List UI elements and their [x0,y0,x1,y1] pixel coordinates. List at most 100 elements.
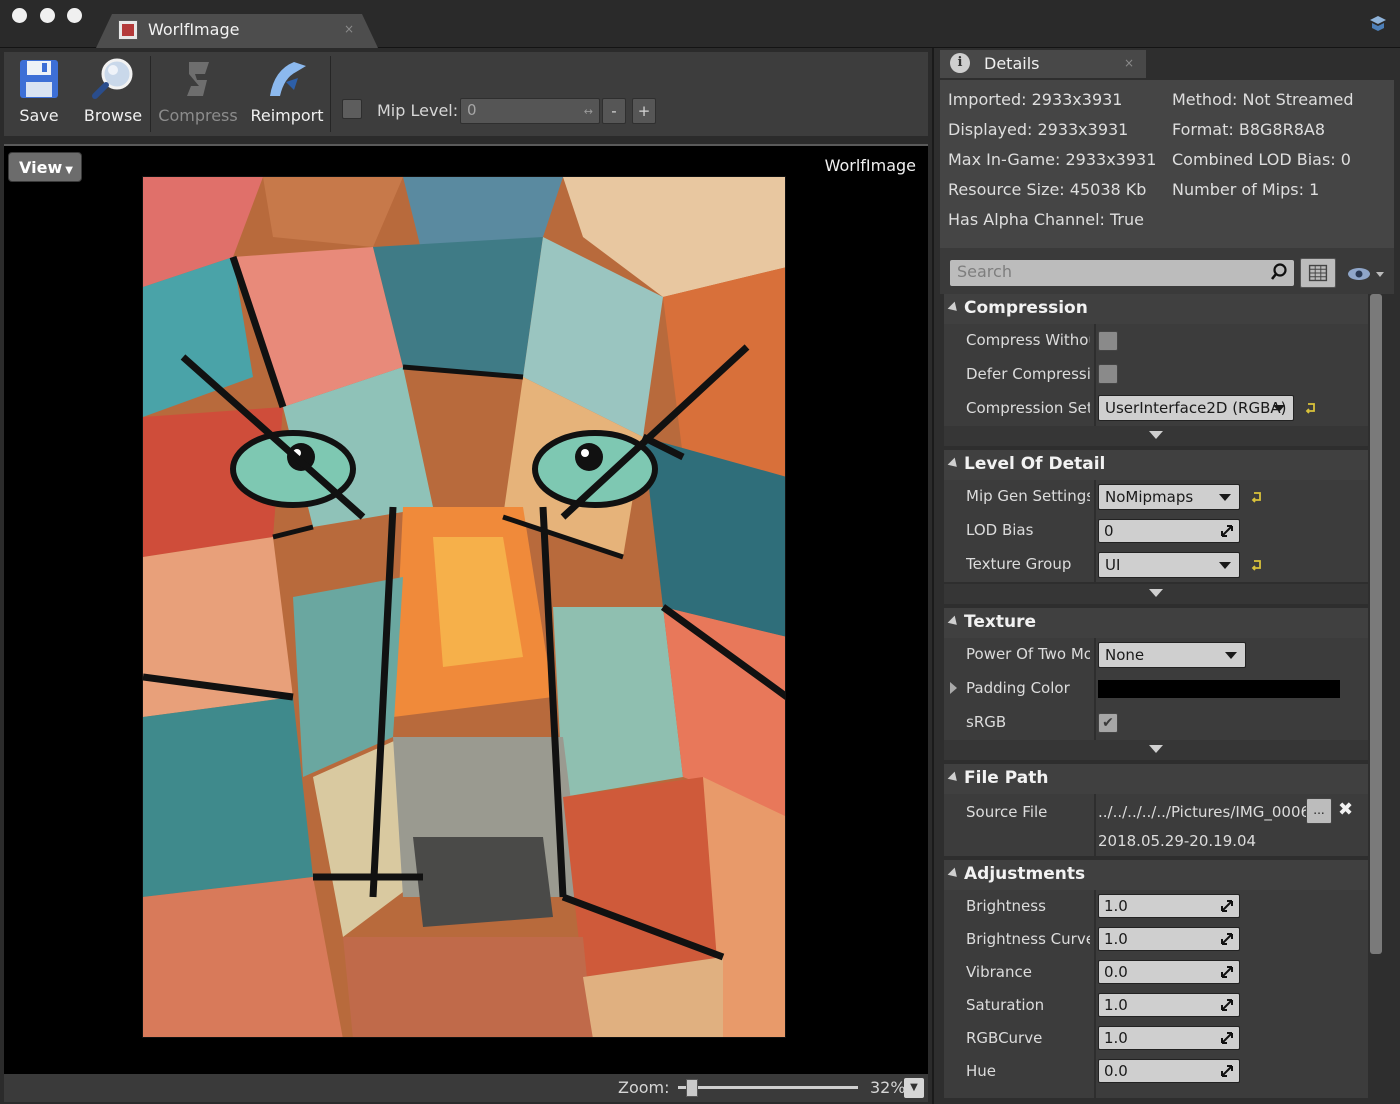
property-label: Source File [966,803,1048,821]
column-divider[interactable] [1094,794,1096,856]
column-divider[interactable] [1094,324,1096,358]
brightness-input[interactable]: 1.0 [1098,894,1240,918]
view-menu-button[interactable]: View ▼ [8,152,82,182]
numeric-value: 1.0 [1104,897,1128,915]
chevron-down-icon [1149,431,1163,439]
property-row-mip-gen-settings: Mip Gen Settings NoMipmaps [944,480,1368,514]
zoom-dropdown-icon[interactable]: ▼ [904,1078,924,1098]
column-divider[interactable] [1094,1055,1096,1098]
mip-gen-settings-dropdown[interactable]: NoMipmaps [1098,484,1240,510]
category-compression[interactable]: Compression [944,294,1368,324]
category-level-of-detail[interactable]: Level Of Detail [944,450,1368,480]
padding-color-swatch[interactable] [1098,680,1340,698]
dropdown-value: None [1105,646,1145,664]
expand-triangle-icon[interactable] [950,682,957,694]
dropdown-value: NoMipmaps [1105,488,1194,506]
column-divider[interactable] [1094,638,1096,672]
column-divider[interactable] [1094,514,1096,548]
column-divider[interactable] [1094,672,1096,706]
hue-input[interactable]: 0.0 [1098,1059,1240,1083]
property-row-padding-color: Padding Color [944,672,1368,706]
category-title: File Path [964,768,1049,788]
toolbar: Save Browse Compress Reimport Mip Level:… [4,52,928,136]
reimport-button[interactable]: Reimport [248,56,326,134]
mip-decrement-button[interactable]: - [602,98,626,124]
details-tab[interactable]: i Details × [940,50,1146,78]
zoom-window-button[interactable] [67,8,82,23]
browse-button[interactable]: Browse [80,56,146,134]
collapse-triangle-icon [947,301,961,315]
advanced-expander[interactable] [944,584,1368,604]
zoom-slider-track[interactable] [678,1086,858,1089]
column-divider[interactable] [1094,480,1096,514]
compress-button[interactable]: Compress [156,56,240,134]
advanced-expander[interactable] [944,740,1368,760]
property-label: RGBCurve [966,1029,1043,1047]
close-window-button[interactable] [12,8,27,23]
save-button[interactable]: Save [10,56,68,134]
property-row-defer-compression: Defer Compressio [944,358,1368,390]
column-divider[interactable] [1094,706,1096,740]
property-row-power-of-two-mode: Power Of Two Mo None [944,638,1368,672]
property-label: Mip Gen Settings [966,487,1090,505]
property-matrix-icon[interactable] [1300,258,1336,288]
category-texture[interactable]: Texture [944,608,1368,638]
column-divider[interactable] [1094,989,1096,1022]
column-divider[interactable] [1094,548,1096,582]
mip-level-input[interactable]: 0 ↔ [460,98,600,124]
advanced-expander[interactable] [944,426,1368,446]
brightness-curve-input[interactable]: 1.0 [1098,927,1240,951]
info-imported: Imported: 2933x3931 [948,90,1123,109]
numeric-value: 1.0 [1104,996,1128,1014]
browse-source-file-button[interactable]: ... [1306,798,1332,824]
column-divider[interactable] [1094,390,1096,426]
property-row-saturation: Saturation 1.0 [944,989,1368,1022]
info-max-in-game: Max In-Game: 2933x3931 [948,150,1157,169]
rgb-curve-input[interactable]: 1.0 [1098,1026,1240,1050]
defer-compression-checkbox[interactable] [1098,364,1118,384]
compress-without-alpha-checkbox[interactable] [1098,331,1118,351]
texture-viewport[interactable]: View ▼ WorlfImage [4,144,928,1074]
minimize-window-button[interactable] [40,8,55,23]
clear-source-file-icon[interactable]: ✖ [1338,799,1353,820]
texture-editor-tab[interactable]: WorlfImage × [96,14,378,48]
mip-level-checkbox[interactable] [342,99,362,119]
viewport-texture-name: WorlfImage [824,156,916,175]
reset-to-default-icon[interactable] [1250,490,1264,504]
view-menu-label: View [19,158,63,177]
category-file-path[interactable]: File Path [944,764,1368,794]
texture-group-dropdown[interactable]: UI [1098,552,1240,578]
property-label: Power Of Two Mo [966,645,1090,663]
wolf-painting-image [143,177,785,1037]
column-divider[interactable] [1094,923,1096,956]
property-row-vibrance: Vibrance 0.0 [944,956,1368,989]
zoom-slider-thumb[interactable] [686,1079,699,1097]
column-divider[interactable] [1094,890,1096,923]
close-tab-icon[interactable]: × [344,22,354,36]
chevron-down-icon [1149,745,1163,753]
category-adjustments[interactable]: Adjustments [944,860,1368,890]
column-divider[interactable] [1094,1022,1096,1055]
caret-down-icon [1225,652,1237,659]
property-row-srgb: sRGB ✔ [944,706,1368,740]
column-divider[interactable] [1094,358,1096,390]
column-divider[interactable] [1094,956,1096,989]
floppy-disk-icon [20,60,58,98]
mip-increment-button[interactable]: + [632,98,656,124]
close-tab-icon[interactable]: × [1124,56,1134,70]
vibrance-input[interactable]: 0.0 [1098,960,1240,984]
collapse-triangle-icon [947,867,961,881]
texture-editor-pane: Save Browse Compress Reimport Mip Level:… [0,48,932,1104]
compression-settings-dropdown[interactable]: UserInterface2D (RGBA) [1098,395,1294,421]
view-options-eye-icon[interactable] [1346,264,1386,284]
reset-to-default-icon[interactable] [1250,558,1264,572]
reset-to-default-icon[interactable] [1304,401,1318,415]
srgb-checkbox[interactable]: ✔ [1098,713,1118,733]
lod-bias-input[interactable]: 0 [1098,519,1240,543]
details-scrollbar[interactable] [1370,294,1382,954]
power-of-two-mode-dropdown[interactable]: None [1098,642,1246,668]
saturation-input[interactable]: 1.0 [1098,993,1240,1017]
info-icon: i [950,53,970,73]
property-row-compression-settings: Compression Sett UserInterface2D (RGBA) [944,390,1368,426]
details-search-input[interactable]: Search [950,260,1294,286]
